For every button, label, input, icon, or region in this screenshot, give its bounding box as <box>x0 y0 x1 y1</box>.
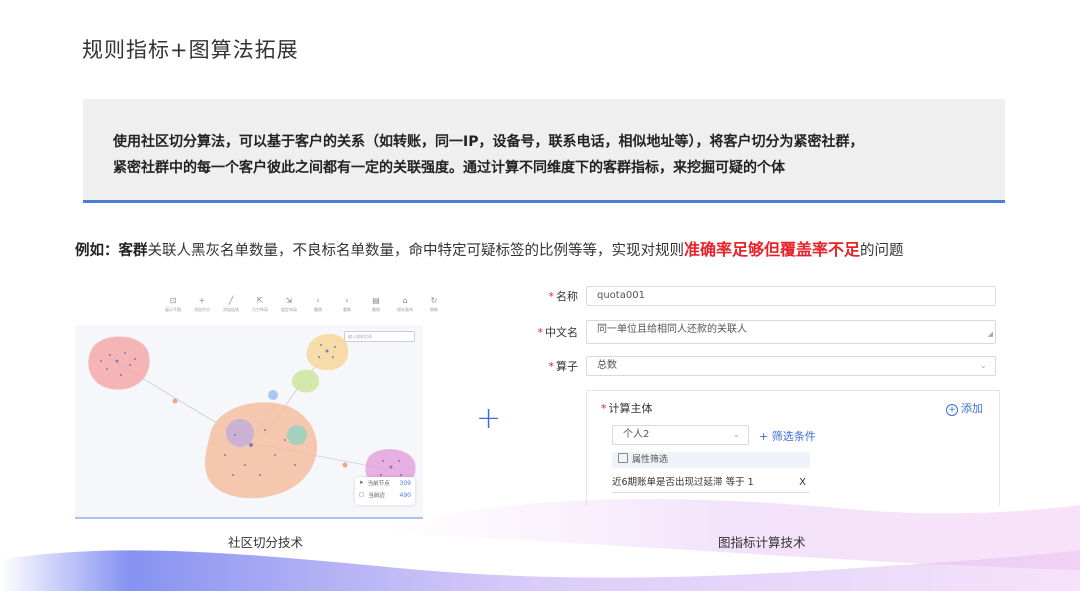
cn-name-textarea[interactable]: 同一单位且给相同人还款的关联人 ◢ <box>586 320 996 344</box>
example-prefix: 例如： <box>75 243 119 259</box>
name-input[interactable]: quota001 <box>586 286 996 306</box>
community-graph-panel: ⊡ 展示子图 + 添加节点 ╱ 添加连线 ⇱ 引力布局 ⇲ 固定布局 ‹ 撤销 › 重做 ▤ 删… <box>75 295 438 519</box>
toolbar-delete[interactable]: ▤ 删除 <box>366 295 386 313</box>
refresh-icon: ↻ <box>430 296 438 305</box>
description-callout: 使用社区切分算法，可以基于客户的关系（如转账，同一IP，设备号，联系电话，相似地… <box>83 99 1005 203</box>
filter-box-icon <box>618 453 628 463</box>
community-blob-orange <box>205 402 317 499</box>
toolbar-force-layout[interactable]: ⇱ 引力布局 <box>250 295 270 313</box>
left-caption: 社区切分技术 <box>228 535 304 550</box>
toolbar-save[interactable]: ⌂ 保存画布 <box>395 295 415 313</box>
graph-canvas[interactable]: 输入搜索信息 ➤ 当前节点 309 ▢ 当前边 490 <box>75 325 423 519</box>
graph-legend: ➤ 当前节点 309 ▢ 当前边 490 <box>355 477 415 505</box>
community-blob-red <box>88 336 150 390</box>
resize-handle-icon[interactable]: ◢ <box>988 325 993 343</box>
toolbar-add-node[interactable]: + 添加节点 <box>192 295 212 313</box>
callout-line-2: 紧密社群中的每一个客户彼此之间都有一定的关联强度。通过计算不同维度下的客群指标，… <box>113 160 785 176</box>
add-button[interactable]: + 添加 <box>946 400 983 416</box>
attribute-filter-header: 属性筛选 <box>612 452 810 468</box>
operator-label: 算子 <box>556 360 578 373</box>
toolbar-fixed-layout[interactable]: ⇲ 固定布局 <box>279 295 299 313</box>
plus-sign: + <box>476 401 502 436</box>
chevron-down-icon: ⌄ <box>732 430 740 440</box>
subgraph-icon: ⊡ <box>169 296 177 305</box>
force-layout-icon: ⇱ <box>256 296 264 305</box>
undo-icon: ‹ <box>316 296 320 305</box>
example-highlight: 准确率足够但覆盖率不足 <box>684 240 861 259</box>
name-label: 名称 <box>556 290 578 303</box>
edge-count: 490 <box>399 491 411 499</box>
page-title: 规则指标+图算法拓展 <box>82 38 299 62</box>
legend-edges: ▢ 当前边 490 <box>359 491 411 500</box>
node-count-icon: ➤ <box>359 480 364 486</box>
redo-icon: › <box>345 296 349 305</box>
node-count: 309 <box>399 479 411 487</box>
right-caption: 图指标计算技术 <box>718 535 806 550</box>
community-blob-purple <box>226 419 254 447</box>
name-row: * 名称 quota001 <box>530 286 996 306</box>
fixed-layout-icon: ⇲ <box>285 296 293 305</box>
subject-section: * 计算主体 + 添加 个人2 ⌄ + 筛选条件 属性筛选 近6期账单是否出现过延滞 … <box>586 390 1000 506</box>
example-body: 关联人黑灰名单数量，不良标名单数量，命中特定可疑标签的比例等等，实现对规则 <box>147 243 685 259</box>
operator-row: * 算子 总数 ⌄ <box>530 356 996 376</box>
operator-select[interactable]: 总数 ⌄ <box>586 356 996 376</box>
toolbar-redo[interactable]: › 重做 <box>337 295 357 313</box>
cn-name-label: 中文名 <box>545 326 578 339</box>
edge-count-icon: ▢ <box>359 492 365 498</box>
add-edge-icon: ╱ <box>228 296 234 305</box>
toolbar-refresh[interactable]: ↻ 刷新 <box>424 295 444 313</box>
toolbar-add-edge[interactable]: ╱ 添加连线 <box>221 295 241 313</box>
cn-name-row: * 中文名 同一单位且给相同人还款的关联人 ◢ <box>530 320 996 344</box>
legend-nodes: ➤ 当前节点 309 <box>359 479 411 488</box>
filter-condition-row: 近6期账单是否出现过延滞 等于 1X <box>612 474 810 493</box>
example-suffix: 的问题 <box>860 243 904 259</box>
callout-line-1: 使用社区切分算法，可以基于客户的关系（如转账，同一IP，设备号，联系电话，相似地… <box>113 134 864 150</box>
community-blob-green <box>291 369 320 393</box>
toolbar-undo[interactable]: ‹ 撤销 <box>308 295 328 313</box>
metric-form: * 名称 quota001 * 中文名 同一单位且给相同人还款的关联人 ◢ * 算子 总… <box>530 280 1010 506</box>
delete-icon: ▤ <box>372 296 380 305</box>
add-filter-link[interactable]: + 筛选条件 <box>759 428 816 444</box>
example-sentence: 例如：客群关联人黑灰名单数量，不良标名单数量，命中特定可疑标签的比例等等，实现对… <box>75 236 904 260</box>
chevron-down-icon: ⌄ <box>979 361 987 371</box>
add-circle-icon: + <box>946 404 958 416</box>
subject-select[interactable]: 个人2 ⌄ <box>612 425 749 445</box>
graph-toolbar: ⊡ 展示子图 + 添加节点 ╱ 添加连线 ⇱ 引力布局 ⇲ 固定布局 ‹ 撤销 › 重做 ▤ 删… <box>163 295 444 313</box>
add-node-icon: + <box>198 296 206 305</box>
example-subject: 客群 <box>118 243 148 259</box>
toolbar-subgraph[interactable]: ⊡ 展示子图 <box>163 295 183 313</box>
subject-label: 计算主体 <box>608 402 653 415</box>
remove-condition-button[interactable]: X <box>799 474 806 492</box>
community-blob-teal <box>287 425 307 445</box>
community-blob-blue <box>268 390 278 400</box>
save-icon: ⌂ <box>402 296 408 305</box>
